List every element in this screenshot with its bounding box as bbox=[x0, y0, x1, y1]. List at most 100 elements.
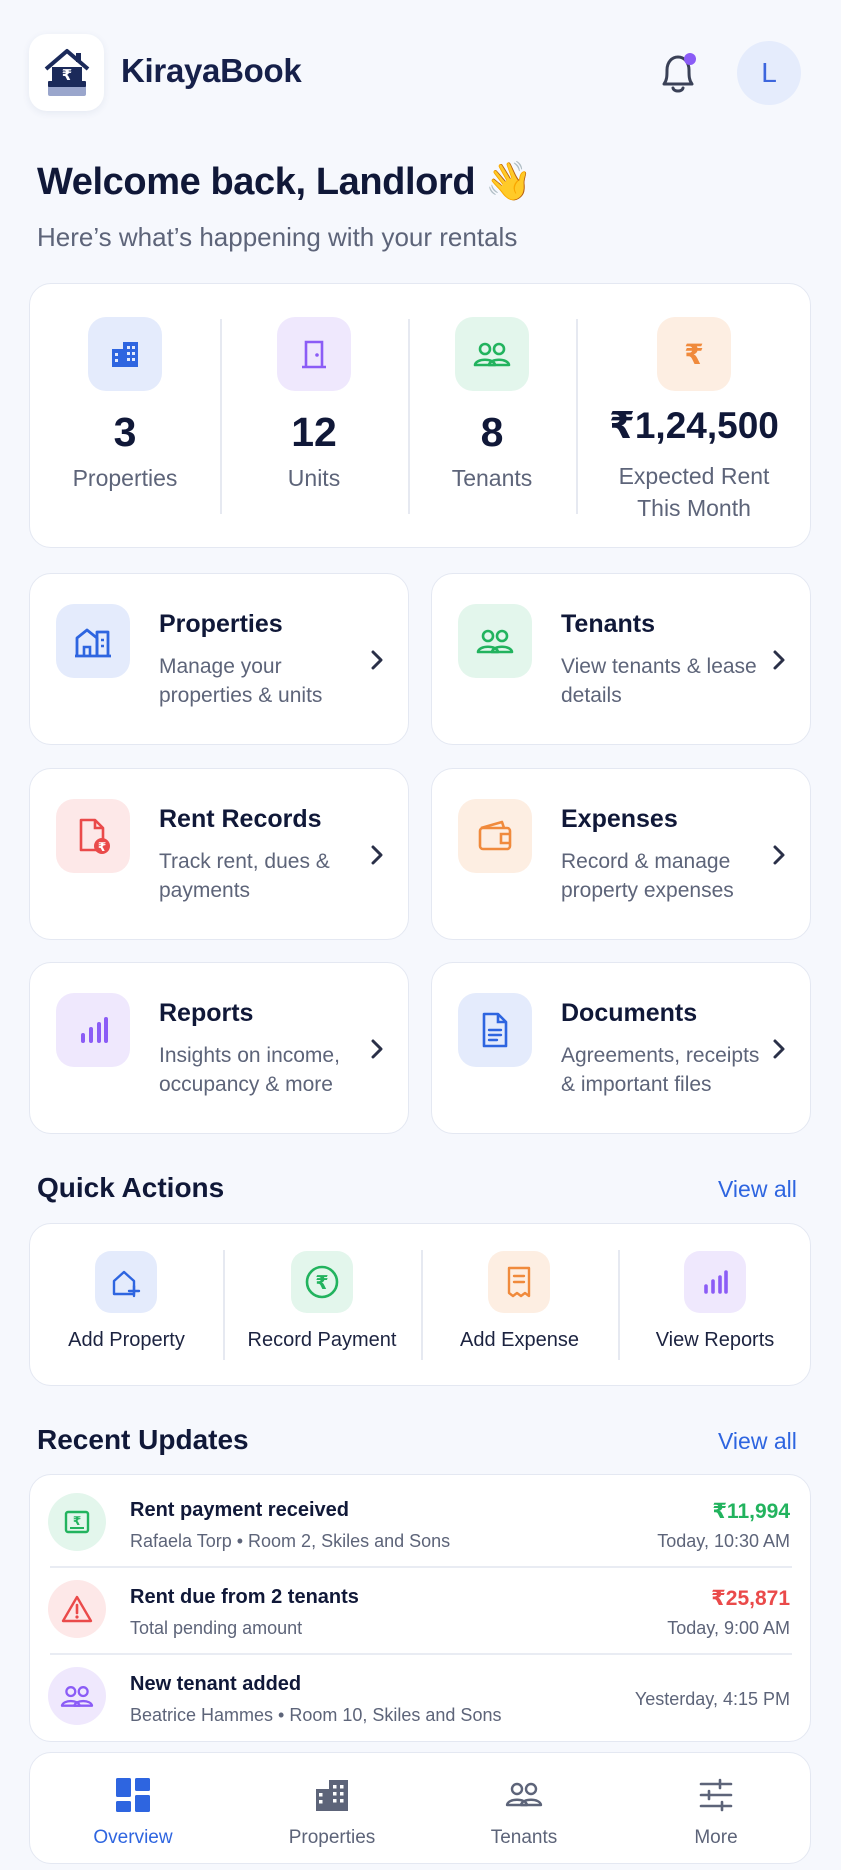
bottom-nav: Overview Properties Tenants More bbox=[29, 1752, 811, 1864]
bar-chart-icon bbox=[56, 993, 130, 1067]
app-title: KirayaBook bbox=[121, 52, 302, 89]
update-row[interactable]: New tenant added Beatrice Hammes • Room … bbox=[30, 1653, 812, 1740]
quick-actions-title: Quick Actions bbox=[37, 1172, 225, 1203]
nav-tenants[interactable]: Tenants bbox=[428, 1753, 620, 1865]
update-subtitle: Rafaela Torp • Room 2, Skiles and Sons bbox=[130, 1531, 451, 1551]
update-subtitle: Beatrice Hammes • Room 10, Skiles and So… bbox=[130, 1705, 502, 1725]
update-row[interactable]: ₹ Rent payment received Rafaela Torp • R… bbox=[30, 1479, 812, 1566]
nav-more[interactable]: More bbox=[620, 1753, 812, 1865]
door-icon bbox=[277, 317, 351, 391]
tile-title: Tenants bbox=[561, 610, 655, 638]
receipt-icon bbox=[488, 1251, 550, 1313]
stat-label: Expected Rent This Month bbox=[618, 463, 770, 521]
tile-title: Reports bbox=[159, 999, 254, 1027]
add-home-icon bbox=[95, 1251, 157, 1313]
update-time: Today, 10:30 AM bbox=[657, 1531, 790, 1551]
house-book-logo-icon: ₹ bbox=[44, 48, 89, 96]
tile-description: Manage your properties & units bbox=[159, 655, 323, 707]
record-payment-button[interactable]: ₹ Record Payment bbox=[223, 1224, 421, 1387]
quick-action-label: Add Expense bbox=[460, 1329, 579, 1351]
bar-chart-icon bbox=[684, 1251, 746, 1313]
tile-documents[interactable]: Documents Agreements, receipts & importa… bbox=[431, 962, 811, 1134]
chevron-right-icon bbox=[773, 845, 785, 865]
app-logo: ₹ bbox=[29, 34, 104, 111]
recent-updates-title: Recent Updates bbox=[37, 1424, 249, 1455]
quick-action-label: Add Property bbox=[68, 1329, 185, 1351]
chevron-right-icon bbox=[773, 1039, 785, 1059]
tile-title: Properties bbox=[159, 610, 283, 638]
chevron-right-icon bbox=[773, 650, 785, 670]
nav-overview[interactable]: Overview bbox=[30, 1753, 236, 1865]
svg-text:₹: ₹ bbox=[61, 66, 71, 84]
tile-title: Expenses bbox=[561, 805, 678, 833]
nav-label: Properties bbox=[288, 1827, 376, 1848]
tile-properties[interactable]: Properties Manage your properties & unit… bbox=[29, 573, 409, 745]
receipt-rupee-icon: ₹ bbox=[56, 799, 130, 873]
update-amount: ₹25,871 bbox=[711, 1587, 790, 1610]
quick-action-label: View Reports bbox=[655, 1329, 775, 1351]
chevron-right-icon bbox=[371, 845, 383, 865]
update-title: New tenant added bbox=[130, 1673, 302, 1695]
welcome-heading: Welcome back, Landlord 👋 bbox=[37, 161, 533, 203]
document-icon bbox=[458, 993, 532, 1067]
people-icon bbox=[455, 317, 529, 391]
app-header: ₹ KirayaBook L bbox=[0, 0, 841, 140]
bell-icon bbox=[662, 53, 696, 93]
nav-label: Tenants bbox=[490, 1827, 558, 1848]
tile-tenants[interactable]: Tenants View tenants & lease details bbox=[431, 573, 811, 745]
people-icon bbox=[458, 604, 532, 678]
quick-action-label: Record Payment bbox=[247, 1329, 397, 1351]
recent-updates-card: ₹ Rent payment received Rafaela Torp • R… bbox=[29, 1474, 811, 1742]
building-icon bbox=[88, 317, 162, 391]
quick-actions-view-all-link[interactable]: View all bbox=[718, 1176, 797, 1203]
tile-description: Insights on income, occupancy & more bbox=[159, 1044, 340, 1096]
wallet-icon bbox=[458, 799, 532, 873]
welcome-subtitle: Here’s what’s happening with your rental… bbox=[37, 222, 518, 252]
tile-description: Track rent, dues & payments bbox=[159, 850, 330, 902]
tile-rent-records[interactable]: ₹ Rent Records Track rent, dues & paymen… bbox=[29, 768, 409, 940]
stat-tenants: 8 Tenants bbox=[408, 284, 576, 549]
update-row[interactable]: Rent due from 2 tenants Total pending am… bbox=[30, 1566, 812, 1653]
quick-actions-card: Add Property ₹ Record Payment Add Expens… bbox=[29, 1223, 811, 1386]
stat-label: Units bbox=[287, 465, 341, 491]
nav-label: More bbox=[694, 1827, 738, 1848]
rupee-note-icon: ₹ bbox=[48, 1493, 106, 1551]
update-time: Today, 9:00 AM bbox=[667, 1618, 790, 1638]
warning-icon bbox=[48, 1580, 106, 1638]
update-amount: ₹11,994 bbox=[712, 1500, 790, 1523]
dashboard-icon bbox=[116, 1778, 150, 1812]
tile-title: Documents bbox=[561, 999, 698, 1027]
stat-value: ₹1,24,500 bbox=[609, 405, 779, 446]
svg-text:₹: ₹ bbox=[684, 338, 703, 371]
stat-label: Properties bbox=[72, 465, 178, 491]
update-subtitle: Total pending amount bbox=[130, 1618, 303, 1638]
sliders-icon bbox=[699, 1778, 733, 1812]
nav-properties[interactable]: Properties bbox=[236, 1753, 428, 1865]
people-icon bbox=[505, 1782, 543, 1807]
notifications-button[interactable] bbox=[655, 48, 701, 98]
chevron-right-icon bbox=[371, 650, 383, 670]
stat-value: 12 bbox=[291, 409, 337, 455]
svg-text:₹: ₹ bbox=[98, 840, 106, 854]
view-reports-button[interactable]: View Reports bbox=[618, 1224, 812, 1387]
stat-units: 12 Units bbox=[220, 284, 408, 549]
stat-value: 8 bbox=[480, 409, 504, 455]
stat-properties: 3 Properties bbox=[30, 284, 220, 549]
stat-label: Tenants bbox=[451, 465, 533, 491]
avatar[interactable]: L bbox=[737, 41, 801, 105]
people-icon bbox=[48, 1667, 106, 1725]
add-property-button[interactable]: Add Property bbox=[30, 1224, 223, 1387]
house-icon bbox=[56, 604, 130, 678]
tile-reports[interactable]: Reports Insights on income, occupancy & … bbox=[29, 962, 409, 1134]
add-expense-button[interactable]: Add Expense bbox=[421, 1224, 618, 1387]
rupee-circle-icon: ₹ bbox=[291, 1251, 353, 1313]
stat-value: 3 bbox=[113, 409, 137, 455]
update-time: Yesterday, 4:15 PM bbox=[634, 1689, 790, 1709]
recent-updates-view-all-link[interactable]: View all bbox=[718, 1428, 797, 1455]
stat-expected-rent: ₹ ₹1,24,500 Expected Rent This Month bbox=[576, 284, 812, 549]
tile-expenses[interactable]: Expenses Record & manage property expens… bbox=[431, 768, 811, 940]
tile-description: View tenants & lease details bbox=[561, 655, 757, 707]
svg-text:₹: ₹ bbox=[73, 1514, 81, 1528]
nav-label: Overview bbox=[93, 1827, 173, 1848]
rupee-icon: ₹ bbox=[657, 317, 731, 391]
